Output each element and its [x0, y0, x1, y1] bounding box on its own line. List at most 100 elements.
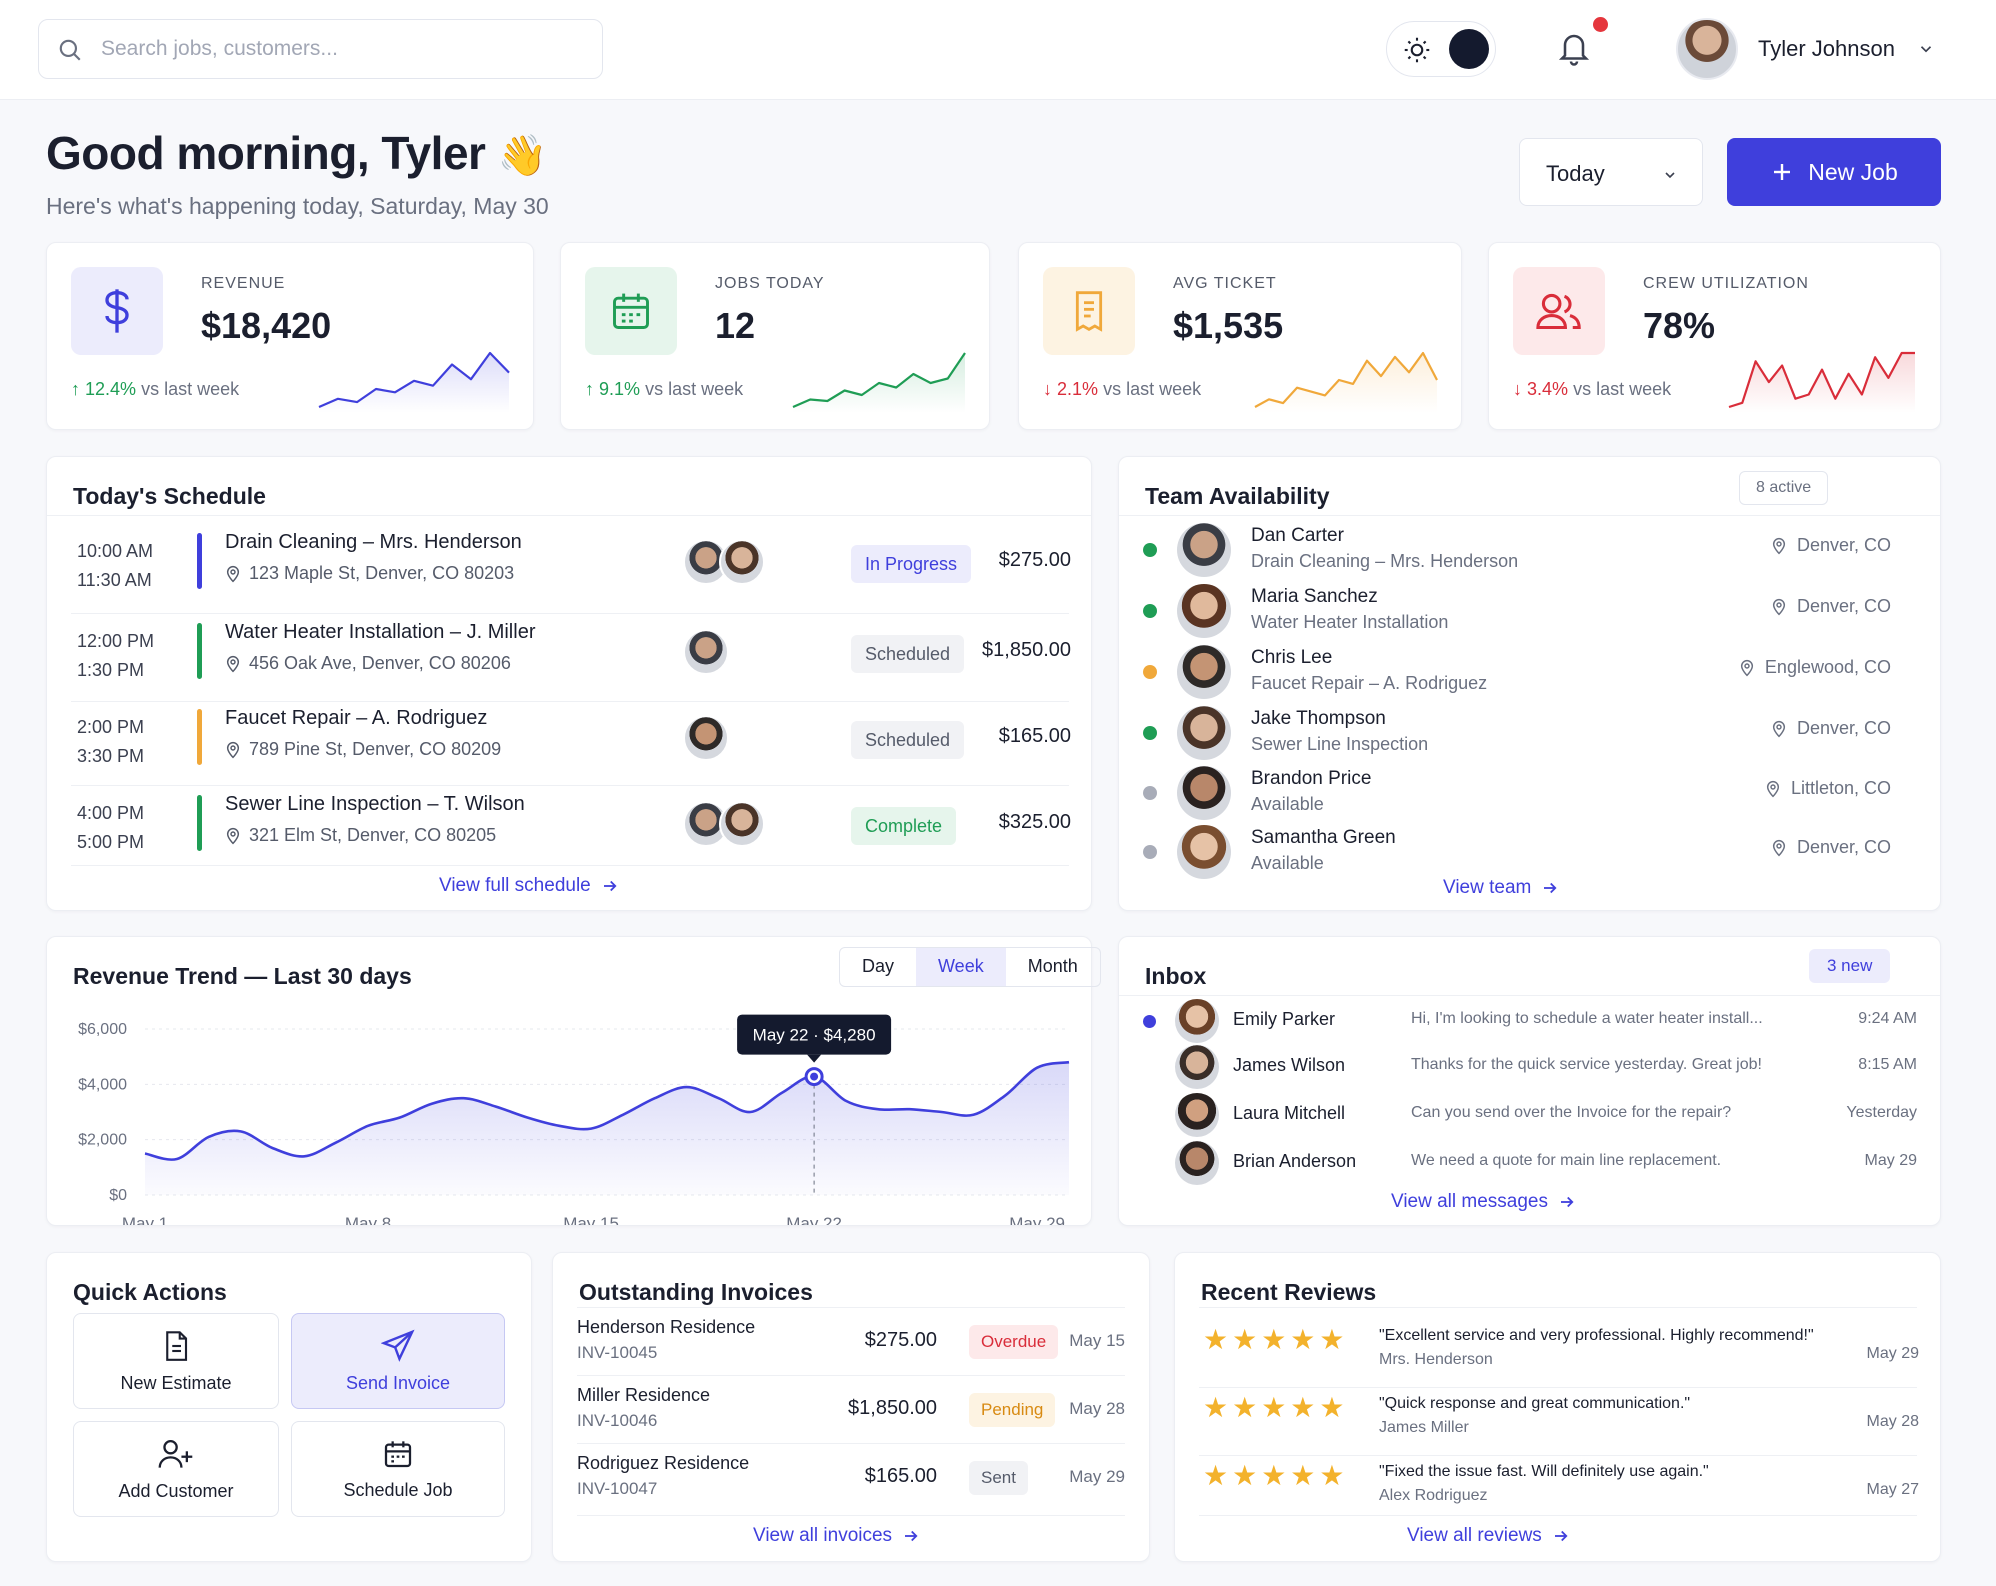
search-icon — [59, 39, 81, 61]
map-pin-icon — [1766, 780, 1780, 797]
avatar — [1177, 584, 1231, 638]
invoice-customer: Miller Residence — [577, 1385, 711, 1405]
team-member[interactable]: Jake Thompson Sewer Line Inspection Denv… — [1143, 702, 1923, 762]
schedule-item[interactable]: 10:00 AM 11:30 AM Drain Cleaning – Mrs. H… — [71, 529, 1071, 609]
status-badge: Overdue — [969, 1325, 1059, 1359]
job-title: Faucet Repair – A. Rodriguez — [225, 707, 488, 729]
status-bar — [197, 533, 202, 589]
review-quote: "Excellent service and very professional… — [1379, 1327, 1814, 1344]
sparkline-area — [319, 353, 509, 413]
invoice-row[interactable]: Miller Residence INV-10046 $1,850.00 Pen… — [577, 1385, 1125, 1449]
member-location: Littleton, CO — [1765, 778, 1891, 799]
x-tick-label: May 22 — [786, 1214, 842, 1225]
schedule-item[interactable]: 4:00 PM 5:00 PM Sewer Line Inspection – T… — [71, 791, 1071, 871]
invoice-row[interactable]: Henderson Residence INV-10045 $275.00 Ov… — [577, 1317, 1125, 1381]
crew-avatars — [683, 629, 729, 675]
user-menu[interactable]: Tyler Johnson — [1676, 18, 1935, 80]
search-input[interactable] — [101, 30, 581, 68]
member-name: Chris Lee — [1251, 647, 1333, 668]
avatar — [683, 715, 729, 761]
bell-icon[interactable] — [1556, 28, 1592, 68]
review-author: Mrs. Henderson — [1379, 1351, 1493, 1368]
kpi-card-jobs: JOBS TODAY 12 ↑ 9.1% vs last week — [560, 242, 990, 430]
sender-name: Brian Anderson — [1233, 1151, 1357, 1171]
schedule-job-button[interactable]: Schedule Job — [291, 1421, 505, 1517]
map-pin-icon — [1740, 659, 1753, 676]
kpi-card-avg-ticket: AVG TICKET $1,535 ↓ 2.1% vs last week — [1018, 242, 1462, 430]
member-location: Denver, CO — [1771, 837, 1891, 858]
tab-month[interactable]: Month — [1006, 948, 1100, 986]
add-customer-button[interactable]: Add Customer — [73, 1421, 279, 1517]
x-tick-label: May 29 — [1009, 1214, 1065, 1225]
reviews-title: Recent Reviews — [1201, 1279, 1377, 1305]
status-dot — [1143, 665, 1157, 679]
message-preview: Can you send over the Invoice for the re… — [1411, 1104, 1732, 1121]
inbox-message[interactable]: Emily Parker Hi, I'm looking to schedule… — [1143, 999, 1923, 1045]
message-preview: We need a quote for main line replacemen… — [1411, 1152, 1722, 1169]
review-row[interactable]: ★★★★★ "Fixed the issue fast. Will defini… — [1199, 1457, 1919, 1521]
member-job: Faucet Repair – A. Rodriguez — [1251, 673, 1488, 693]
message-time: 8:15 AM — [1858, 1056, 1917, 1073]
kpi-label: CREW UTILIZATION — [1643, 275, 1809, 292]
team-member[interactable]: Dan Carter Drain Cleaning – Mrs. Henders… — [1143, 519, 1923, 579]
theme-toggle[interactable] — [1386, 21, 1496, 77]
users-icon — [1513, 267, 1605, 355]
time-range: 10:00 AM 11:30 AM — [77, 541, 154, 590]
sender-name: Emily Parker — [1233, 1009, 1336, 1029]
inbox-message[interactable]: James Wilson Thanks for the quick servic… — [1143, 1045, 1923, 1091]
view-all-messages-link[interactable]: View all messages — [1391, 1191, 1576, 1213]
invoice-row[interactable]: Rodriguez Residence INV-10047 $165.00 Se… — [577, 1453, 1125, 1517]
divider — [1199, 1455, 1917, 1456]
plus-icon — [1774, 164, 1791, 180]
review-date: May 29 — [1866, 1345, 1919, 1362]
invoices-title: Outstanding Invoices — [579, 1279, 813, 1305]
y-tick-label: $4,000 — [78, 1076, 127, 1093]
time-range: 2:00 PM 3:30 PM — [77, 717, 145, 766]
avatar — [1177, 645, 1231, 699]
view-all-reviews-link[interactable]: View all reviews — [1407, 1525, 1570, 1547]
kpi-label: AVG TICKET — [1173, 275, 1277, 292]
view-team-link[interactable]: View team — [1443, 877, 1559, 899]
review-quote: "Quick response and great communication.… — [1379, 1395, 1691, 1412]
invoice-amount: $275.00 — [864, 1329, 937, 1351]
review-row[interactable]: ★★★★★ "Excellent service and very profes… — [1199, 1321, 1919, 1385]
team-member[interactable]: Brandon Price Available Littleton, CO — [1143, 762, 1923, 822]
view-full-schedule-link[interactable]: View full schedule — [439, 875, 619, 897]
tab-week[interactable]: Week — [916, 948, 1006, 986]
view-all-invoices-link[interactable]: View all invoices — [753, 1525, 920, 1547]
page-title: Good morning, Tyler 👋 — [46, 127, 548, 179]
team-member[interactable]: Maria Sanchez Water Heater Installation … — [1143, 580, 1923, 640]
team-member[interactable]: Samantha Green Available Denver, CO — [1143, 821, 1923, 881]
schedule-title: Today's Schedule — [73, 483, 266, 509]
dollar-icon — [71, 267, 163, 355]
review-row[interactable]: ★★★★★ "Quick response and great communic… — [1199, 1389, 1919, 1453]
kpi-value: 12 — [715, 305, 756, 346]
tab-day[interactable]: Day — [840, 948, 916, 986]
kpi-card-crew-utilization: CREW UTILIZATION 78% ↓ 3.4% vs last week — [1488, 242, 1941, 430]
job-address: 321 Elm St, Denver, CO 80205 — [225, 825, 496, 846]
arrow-right-icon — [1544, 882, 1557, 894]
invoice-customer: Henderson Residence — [577, 1317, 756, 1337]
map-pin-icon — [226, 565, 240, 582]
inbox-message[interactable]: Laura Mitchell Can you send over the Inv… — [1143, 1093, 1923, 1139]
tooltip-arrow — [807, 1054, 822, 1063]
invoice-amount: $165.00 — [864, 1465, 937, 1487]
status-badge: Sent — [969, 1461, 1028, 1495]
avatar — [1175, 999, 1219, 1043]
chevron-down-icon — [1920, 46, 1932, 53]
chevron-down-icon — [1665, 172, 1675, 179]
divider — [71, 701, 1069, 702]
new-estimate-button[interactable]: New Estimate — [73, 1313, 279, 1409]
inbox-message[interactable]: Brian Anderson We need a quote for main … — [1143, 1141, 1923, 1187]
search-box[interactable] — [38, 19, 603, 79]
divider — [577, 1307, 1125, 1308]
avatar — [1177, 706, 1231, 760]
date-range-select[interactable]: Today — [1519, 138, 1703, 206]
dark-mode-knob — [1449, 29, 1489, 69]
schedule-item[interactable]: 12:00 PM 1:30 PM Water Heater Installatio… — [71, 619, 1071, 699]
team-member[interactable]: Chris Lee Faucet Repair – A. Rodriguez E… — [1143, 641, 1923, 701]
job-address: 123 Maple St, Denver, CO 80203 — [225, 563, 514, 584]
send-invoice-button[interactable]: Send Invoice — [291, 1313, 505, 1409]
new-job-button[interactable]: New Job — [1727, 138, 1941, 206]
schedule-item[interactable]: 2:00 PM 3:30 PM Faucet Repair – A. Rodrig… — [71, 705, 1071, 785]
